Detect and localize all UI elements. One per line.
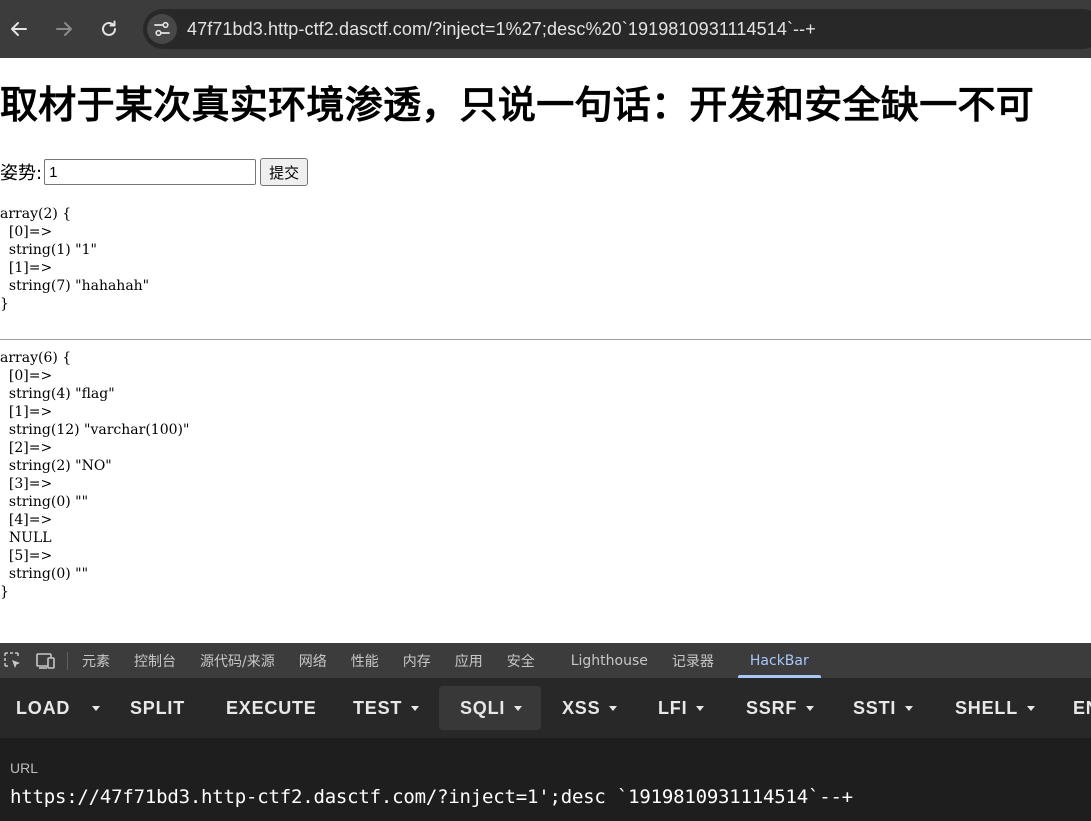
split-button[interactable]: SPLIT bbox=[130, 686, 185, 730]
lfi-label: LFI bbox=[658, 697, 688, 718]
device-toggle-icon bbox=[36, 652, 55, 669]
site-info-button[interactable] bbox=[147, 14, 177, 44]
execute-button[interactable]: EXECUTE bbox=[226, 686, 317, 730]
forward-arrow-icon bbox=[56, 22, 72, 36]
tab-recorder[interactable]: 记录器 bbox=[672, 643, 714, 678]
shell-label: SHELL bbox=[955, 697, 1019, 718]
sqli-menu-button[interactable]: SQLI bbox=[439, 686, 541, 730]
ssrf-menu-button[interactable]: SSRF bbox=[746, 686, 815, 730]
reload-icon bbox=[102, 20, 116, 36]
page-viewport: 取材于某次真实环境渗透，只说一句话：开发和安全缺一不可 姿势: 提交 array… bbox=[0, 58, 1091, 643]
tab-sources[interactable]: 源代码/来源 bbox=[200, 643, 275, 678]
split-label: SPLIT bbox=[130, 697, 186, 718]
tab-hackbar[interactable]: HackBar bbox=[737, 643, 821, 678]
result-dump-1: array(2) { [0]=> string(1) "1" [1]=> str… bbox=[0, 206, 150, 312]
tab-console[interactable]: 控制台 bbox=[134, 643, 176, 678]
chevron-down-icon bbox=[514, 705, 523, 711]
chevron-down-icon bbox=[411, 705, 420, 711]
page-title: 取材于某次真实环境渗透，只说一句话：开发和安全缺一不可 bbox=[0, 83, 1035, 127]
tab-application[interactable]: 应用 bbox=[455, 643, 483, 678]
address-bar[interactable]: 47f71bd3.http-ctf2.dasctf.com/?inject=1%… bbox=[143, 9, 1091, 49]
chevron-down-icon bbox=[905, 705, 914, 711]
load-menu-button[interactable] bbox=[84, 686, 108, 730]
tab-memory[interactable]: 内存 bbox=[403, 643, 431, 678]
tab-elements[interactable]: 元素 bbox=[82, 643, 110, 678]
chevron-down-icon bbox=[92, 705, 100, 711]
result-dump-2: array(6) { [0]=> string(4) "flag" [1]=> … bbox=[0, 350, 190, 600]
devtools-tab-strip: 元素 控制台 源代码/来源 网络 性能 内存 应用 安全 Lighthouse … bbox=[0, 643, 1091, 678]
tab-security[interactable]: 安全 bbox=[507, 643, 535, 678]
form-label: 姿势: bbox=[0, 163, 43, 184]
back-arrow-icon bbox=[11, 22, 27, 36]
test-menu-button[interactable]: TEST bbox=[353, 686, 420, 730]
hackbar-toolbar: LOAD SPLIT EXECUTE TEST SQLI XSS LFI SSR… bbox=[0, 678, 1091, 738]
inspect-element-button[interactable] bbox=[0, 648, 26, 674]
lfi-menu-button[interactable]: LFI bbox=[658, 686, 705, 730]
inject-input[interactable] bbox=[44, 159, 257, 185]
xss-label: XSS bbox=[562, 697, 601, 718]
load-label: LOAD bbox=[16, 697, 71, 718]
reload-button[interactable] bbox=[91, 11, 127, 47]
ssti-menu-button[interactable]: SSTI bbox=[853, 686, 914, 730]
browser-toolbar: 47f71bd3.http-ctf2.dasctf.com/?inject=1%… bbox=[0, 0, 1091, 58]
toolbar-separator bbox=[67, 651, 68, 670]
encoding-menu-button[interactable]: EN bbox=[1073, 686, 1091, 730]
divider bbox=[0, 339, 1091, 340]
tab-performance[interactable]: 性能 bbox=[351, 643, 379, 678]
ssrf-label: SSRF bbox=[746, 697, 798, 718]
encoding-label: EN bbox=[1073, 697, 1091, 718]
chevron-down-icon bbox=[1027, 705, 1036, 711]
chevron-down-icon bbox=[696, 705, 705, 711]
forward-button[interactable] bbox=[46, 11, 82, 47]
ssti-label: SSTI bbox=[853, 697, 897, 718]
sqli-label: SQLI bbox=[460, 697, 506, 718]
site-info-icon bbox=[154, 21, 170, 37]
url-label: URL bbox=[10, 760, 39, 776]
test-label: TEST bbox=[353, 697, 403, 718]
chevron-down-icon bbox=[609, 705, 618, 711]
tab-network[interactable]: 网络 bbox=[299, 643, 327, 678]
tab-lighthouse[interactable]: Lighthouse bbox=[571, 643, 648, 678]
url-textarea[interactable]: https://47f71bd3.http-ctf2.dasctf.com/?i… bbox=[10, 786, 853, 808]
execute-label: EXECUTE bbox=[226, 697, 317, 718]
inspect-element-icon bbox=[4, 651, 20, 668]
inject-form: 姿势: 提交 bbox=[0, 158, 309, 186]
hackbar-url-panel: URL https://47f71bd3.http-ctf2.dasctf.co… bbox=[0, 738, 1091, 821]
load-button[interactable]: LOAD bbox=[16, 686, 70, 730]
device-toolbar-button[interactable] bbox=[33, 648, 59, 674]
address-text[interactable]: 47f71bd3.http-ctf2.dasctf.com/?inject=1%… bbox=[187, 19, 816, 40]
submit-button[interactable]: 提交 bbox=[260, 158, 309, 186]
back-button[interactable] bbox=[1, 11, 37, 47]
chevron-down-icon bbox=[806, 705, 815, 711]
shell-menu-button[interactable]: SHELL bbox=[955, 686, 1036, 730]
xss-menu-button[interactable]: XSS bbox=[562, 686, 618, 730]
